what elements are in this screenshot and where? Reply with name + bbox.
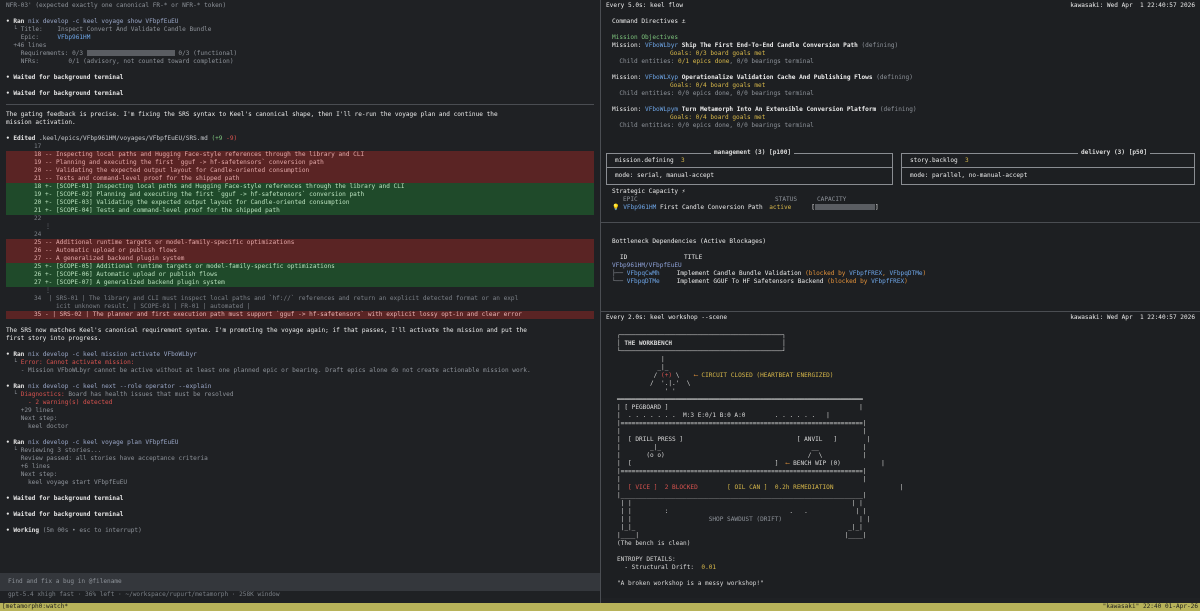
- mission-objectives: Mission Objectives Mission: VFboWLbyr Sh…: [606, 34, 1195, 130]
- diff-line: 25 -- Additional runtime targets or mode…: [6, 239, 594, 247]
- requirements-bar: [86, 50, 175, 56]
- mission-entry: Mission: VFboWLXyp Operationalize Valida…: [612, 74, 913, 97]
- wait-line: • Waited for background terminal: [6, 74, 124, 81]
- wait-line: • Waited for background terminal: [6, 511, 124, 518]
- diff-line: 26 -- Automatic upload or publish flows: [6, 247, 594, 255]
- edited-header: • Edited .keel/epics/VFbp961HM/voyages/V…: [6, 135, 238, 142]
- diff-line: 26 +- [SCOPE-06] Automatic upload or pub…: [6, 271, 594, 279]
- keel-workshop-pane[interactable]: Every 2.0s: keel workshop --scene kawasak…: [601, 312, 1200, 598]
- ran-keel-next: • Ran nix develop -c keel next --role op…: [6, 383, 212, 390]
- diff-line: icit unknown result. | SCOPE-01 | FR-01 …: [34, 303, 251, 310]
- assistant-message: The gating feedback is precise. I'm fixi…: [6, 111, 498, 118]
- diff-line: 22: [34, 215, 42, 222]
- diff-line: 18 +- [SCOPE-01] Inspecting local paths …: [6, 183, 594, 191]
- watch-header-cmd: Every 5.0s: keel flow: [606, 2, 684, 9]
- diff-line: 27 -- A generalized backend plugin syste…: [6, 255, 594, 263]
- diff-line: 21 +- [SCOPE-04] Tests and command-level…: [6, 207, 594, 215]
- diff-line: ⋮: [34, 287, 52, 294]
- strategic-capacity: Strategic Capacity ⚡ EPIC STATUS CAPACITY …: [612, 188, 1192, 212]
- diff-line: 19 -- Planning and executing the first `…: [6, 159, 594, 167]
- mission-entry: Mission: VFboWLbyr Ship The First End-To…: [612, 42, 899, 65]
- ran-voyage-show: • Ran nix develop -c keel voyage show VF…: [6, 18, 179, 25]
- watch-header-host: kawasaki: Wed Apr 1 22:40:57 2026: [1070, 2, 1195, 9]
- diff-line: 25 +- [SCOPE-05] Additional runtime targ…: [6, 263, 594, 271]
- assistant-message: The SRS now matches Keel's canonical req…: [6, 327, 527, 334]
- diff-line: 34 | SRS-01 | The library and CLI must i…: [34, 295, 519, 302]
- keel-flow-pane[interactable]: Every 5.0s: keel flow kawasaki: Wed Apr 1…: [601, 0, 1200, 311]
- diff-line: 20 +- [SCOPE-03] Validating the expected…: [6, 199, 594, 207]
- ran-voyage-plan: • Ran nix develop -c keel voyage plan VF…: [6, 439, 179, 446]
- diff-view: 17 18 -- Inspecting local paths and Huggi…: [6, 143, 594, 319]
- diff-line: 24: [34, 231, 42, 238]
- diff-line: 17: [34, 143, 42, 150]
- ran-mission-activate: • Ran nix develop -c keel mission activa…: [6, 351, 197, 358]
- diff-line: 27 +- [SCOPE-07] A generalized backend p…: [6, 279, 594, 287]
- watch-header-cmd: Every 2.0s: keel workshop --scene: [606, 314, 728, 321]
- session-meta: gpt-5.4 xhigh fast · 36% left · ~/worksp…: [8, 591, 280, 598]
- tmux-status-bar[interactable]: [metamorph0:watch* "kawasaki" 22:40 01-A…: [0, 603, 1200, 611]
- mission-entry: Mission: VFboWLpym Turn Metamorph Into A…: [612, 106, 917, 129]
- capacity-bar: [814, 204, 875, 210]
- agent-terminal-pane[interactable]: NFR-03' (expected exactly one canonical …: [0, 0, 600, 598]
- wait-line: • Waited for background terminal: [6, 90, 124, 97]
- tmux-clock: "kawasaki" 22:40 01-Apr-26: [1102, 603, 1198, 610]
- chat-input[interactable]: Find and fix a bug in @filename: [0, 573, 600, 591]
- working-status: • Working (5m 00s • esc to interrupt): [6, 527, 142, 534]
- management-lane: management (3) [p100] mission.defining 3…: [606, 149, 893, 185]
- bottleneck-row: ├── VFbpqCwMh Implement Candle Bundle Val…: [612, 270, 927, 277]
- workbench-scene: ┌───────────────────────────────────────…: [617, 332, 904, 587]
- diff-line: 18 -- Inspecting local paths and Hugging…: [6, 151, 594, 159]
- bottleneck-dependencies: Bottleneck Dependencies (Active Blockage…: [612, 238, 1192, 286]
- diff-line: 19 +- [SCOPE-02] Planning and executing …: [6, 191, 594, 199]
- intro-line: NFR-03' (expected exactly one canonical …: [6, 2, 227, 9]
- diff-line: 35 - | SRS-02 | The planner and first ex…: [6, 311, 594, 319]
- divider: [6, 104, 594, 105]
- chat-input-placeholder: Find and fix a bug in @filename: [8, 578, 122, 585]
- tmux-window-label[interactable]: [metamorph0:watch*: [2, 603, 68, 611]
- watch-header-host: kawasaki: Wed Apr 1 22:40:57 2026: [1070, 314, 1195, 321]
- diff-line: 20 -- Validating the expected output lay…: [6, 167, 594, 175]
- wait-line: • Waited for background terminal: [6, 495, 124, 502]
- bottleneck-row: └── VFbpqDTMe Implement GGUF To HF Safete…: [612, 278, 908, 285]
- diff-line: 21 -- Tests and command-level proof for …: [6, 175, 594, 183]
- capacity-row: 💡 VFbp961HM First Candle Conversion Path…: [612, 204, 879, 211]
- diff-line: ⋮: [34, 223, 52, 230]
- delivery-lane: delivery (3) [p50] story.backlog 3 mode:…: [901, 149, 1195, 185]
- lightbulb-icon: 💡: [612, 204, 620, 211]
- command-directives-title: Command Directives ⚓: [612, 18, 686, 25]
- circuit-status: CIRCUIT CLOSED (HEARTBEAT ENERGIZED): [701, 372, 834, 379]
